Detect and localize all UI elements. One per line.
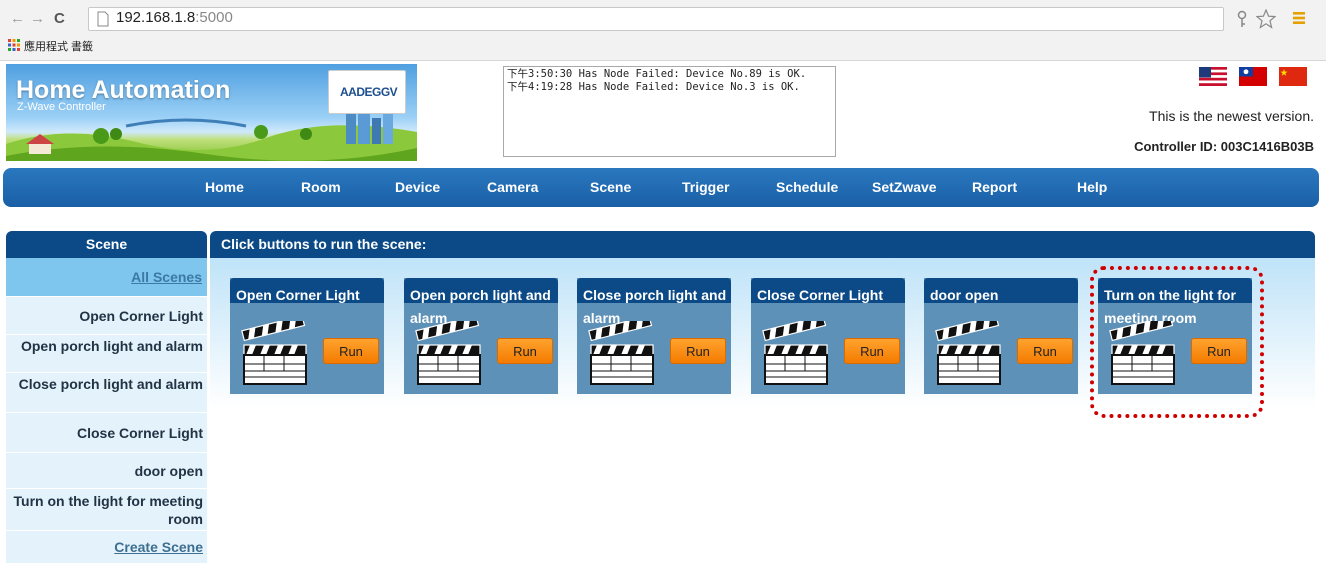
clapperboard-icon [588, 321, 654, 385]
nav-device[interactable]: Device [395, 179, 440, 195]
sidebar-item-label: Open porch light and alarm [20, 338, 203, 354]
create-scene-link[interactable]: Create Scene [114, 539, 203, 555]
main-nav [3, 168, 1319, 207]
sidebar-item-door-open[interactable]: door open [6, 452, 207, 488]
url-text[interactable]: 192.168.1.8:5000 [116, 9, 233, 26]
taiwan-flag-icon[interactable] [1239, 67, 1267, 86]
run-button[interactable]: Run [1017, 338, 1073, 364]
sidebar-item-label: Close porch light and alarm [18, 376, 203, 392]
scene-card: door open Run [924, 278, 1078, 394]
run-button[interactable]: Run [497, 338, 553, 364]
controller-id: Controller ID: 003C1416B03B [1134, 139, 1314, 154]
sidebar-item-open-corner-light[interactable]: Open Corner Light [6, 296, 207, 334]
reload-button[interactable]: C [54, 10, 65, 27]
sidebar-item-label: door open [134, 463, 203, 479]
nav-camera[interactable]: Camera [487, 179, 538, 195]
key-icon[interactable] [1234, 10, 1250, 28]
run-button[interactable]: Run [844, 338, 900, 364]
nav-trigger[interactable]: Trigger [682, 179, 729, 195]
sidebar-item-close-porch-light[interactable]: Close porch light and alarm [6, 372, 207, 412]
menu-icon[interactable] [1292, 11, 1306, 25]
china-flag-icon[interactable] [1279, 67, 1307, 86]
nav-room[interactable]: Room [301, 179, 341, 195]
apps-icon[interactable] [8, 39, 20, 51]
sidebar-item-open-porch-light[interactable]: Open porch light and alarm [6, 334, 207, 372]
nav-schedule[interactable]: Schedule [776, 179, 838, 195]
banner: Home Automation Z-Wave Controller AADEGG… [6, 64, 417, 161]
sidebar-item-meeting-room[interactable]: Turn on the light for meeting room [6, 488, 207, 530]
run-button[interactable]: Run [670, 338, 726, 364]
nav-help[interactable]: Help [1077, 179, 1107, 195]
sidebar-all-scenes-row[interactable]: All Scenes [6, 258, 207, 296]
scene-card: Close Corner Light Run [751, 278, 905, 394]
clapperboard-icon [762, 321, 828, 385]
company-logo-text: AADEGGV [340, 85, 398, 99]
sidebar-item-label: Open Corner Light [79, 308, 203, 324]
nav-setzwave[interactable]: SetZwave [872, 179, 937, 195]
us-flag-icon[interactable] [1199, 67, 1227, 86]
sidebar-header: Scene [6, 231, 207, 258]
clapperboard-icon [415, 321, 481, 385]
nav-home[interactable]: Home [205, 179, 244, 195]
nav-scene[interactable]: Scene [590, 179, 631, 195]
bookmarks-bar[interactable]: 應用程式 書籤 [24, 38, 93, 54]
sidebar-item-label: Turn on the light for meeting room [13, 493, 204, 527]
clapperboard-icon [241, 321, 307, 385]
event-log[interactable]: 下午3:50:30 Has Node Failed: Device No.89 … [503, 66, 836, 157]
scene-card: Close porch light and alarm Run [577, 278, 731, 394]
scene-card: Open porch light and alarm Run [404, 278, 558, 394]
run-button[interactable]: Run [323, 338, 379, 364]
back-button[interactable]: ← [10, 10, 25, 27]
scene-card-title: door open [930, 287, 999, 303]
version-status: This is the newest version. [1149, 108, 1314, 124]
highlight-annotation [1090, 266, 1264, 418]
scene-card-title: Close Corner Light [757, 287, 884, 303]
all-scenes-link[interactable]: All Scenes [131, 269, 202, 285]
address-bar[interactable] [88, 7, 1224, 31]
sidebar-item-label: Close Corner Light [76, 425, 203, 441]
clapperboard-icon [935, 321, 1001, 385]
nav-report[interactable]: Report [972, 179, 1017, 195]
main-header: Click buttons to run the scene: [210, 231, 1315, 258]
sidebar-create-row[interactable]: Create Scene [6, 530, 207, 563]
page-icon [97, 11, 109, 27]
sidebar-item-close-corner-light[interactable]: Close Corner Light [6, 412, 207, 452]
scene-card: Open Corner Light Run [230, 278, 384, 394]
star-icon[interactable] [1256, 9, 1276, 29]
scene-card-title: Open Corner Light [236, 287, 360, 303]
app-subtitle: Z-Wave Controller [17, 101, 106, 113]
forward-button[interactable]: → [30, 10, 45, 27]
